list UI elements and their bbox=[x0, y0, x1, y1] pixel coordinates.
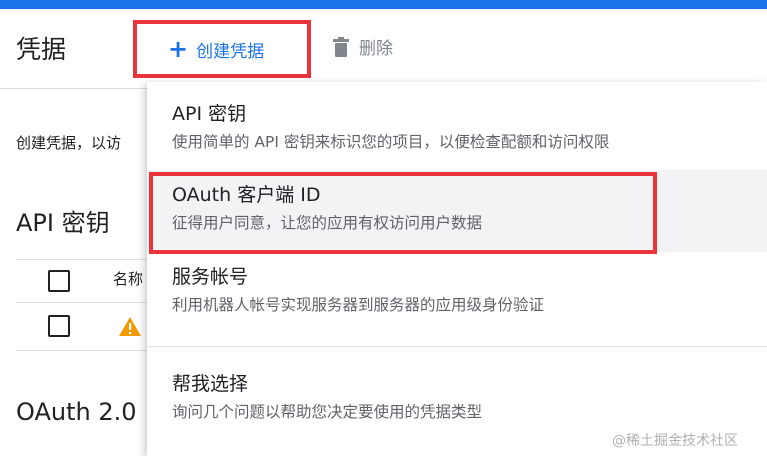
page-title: 凭据 bbox=[16, 35, 67, 64]
table-divider-header bbox=[16, 302, 147, 303]
menu-item-api-key[interactable]: API 密钥 使用简单的 API 密钥来标识您的项目，以便检查配额和访问权限 bbox=[147, 82, 767, 170]
delete-label: 删除 bbox=[359, 39, 393, 59]
column-header-name: 名称 bbox=[113, 270, 144, 288]
menu-item-title: 服务帐号 bbox=[172, 266, 249, 288]
select-all-checkbox[interactable] bbox=[48, 270, 70, 292]
warning-icon bbox=[119, 317, 141, 336]
top-accent-bar bbox=[0, 0, 767, 9]
menu-item-title: OAuth 客户端 ID bbox=[172, 184, 321, 206]
watermark: @稀土掘金技术社区 bbox=[612, 433, 738, 449]
menu-item-description: 使用简单的 API 密钥来标识您的项目，以便检查配额和访问权限 bbox=[172, 133, 610, 151]
menu-item-description: 询问几个问题以帮助您决定要使用的凭据类型 bbox=[172, 403, 483, 421]
trash-icon bbox=[333, 36, 349, 57]
menu-item-oauth-client-id[interactable]: OAuth 客户端 ID 征得用户同意，让您的应用有权访问用户数据 bbox=[147, 170, 767, 252]
table-divider-top bbox=[16, 259, 147, 260]
table-divider-bottom bbox=[16, 350, 147, 351]
delete-button[interactable]: 删除 bbox=[333, 34, 393, 59]
menu-item-service-account[interactable]: 服务帐号 利用机器人帐号实现服务器到服务器的应用级身份验证 bbox=[147, 252, 767, 346]
menu-item-description: 征得用户同意，让您的应用有权访问用户数据 bbox=[172, 214, 483, 232]
plus-icon: + bbox=[168, 35, 189, 63]
menu-item-title: API 密钥 bbox=[172, 103, 247, 125]
menu-item-description: 利用机器人帐号实现服务器到服务器的应用级身份验证 bbox=[172, 296, 545, 314]
row-checkbox[interactable] bbox=[48, 315, 70, 337]
menu-item-title: 帮我选择 bbox=[172, 373, 249, 395]
api-keys-section-title: API 密钥 bbox=[16, 209, 110, 237]
oauth-section-title: OAuth 2.0 bbox=[16, 398, 137, 426]
intro-text: 创建凭据，以访 bbox=[16, 134, 122, 152]
create-credentials-label: 创建凭据 bbox=[196, 41, 265, 62]
create-credentials-menu: API 密钥 使用简单的 API 密钥来标识您的项目，以便检查配额和访问权限 O… bbox=[147, 82, 767, 456]
create-credentials-button[interactable]: + 创建凭据 bbox=[133, 20, 311, 78]
